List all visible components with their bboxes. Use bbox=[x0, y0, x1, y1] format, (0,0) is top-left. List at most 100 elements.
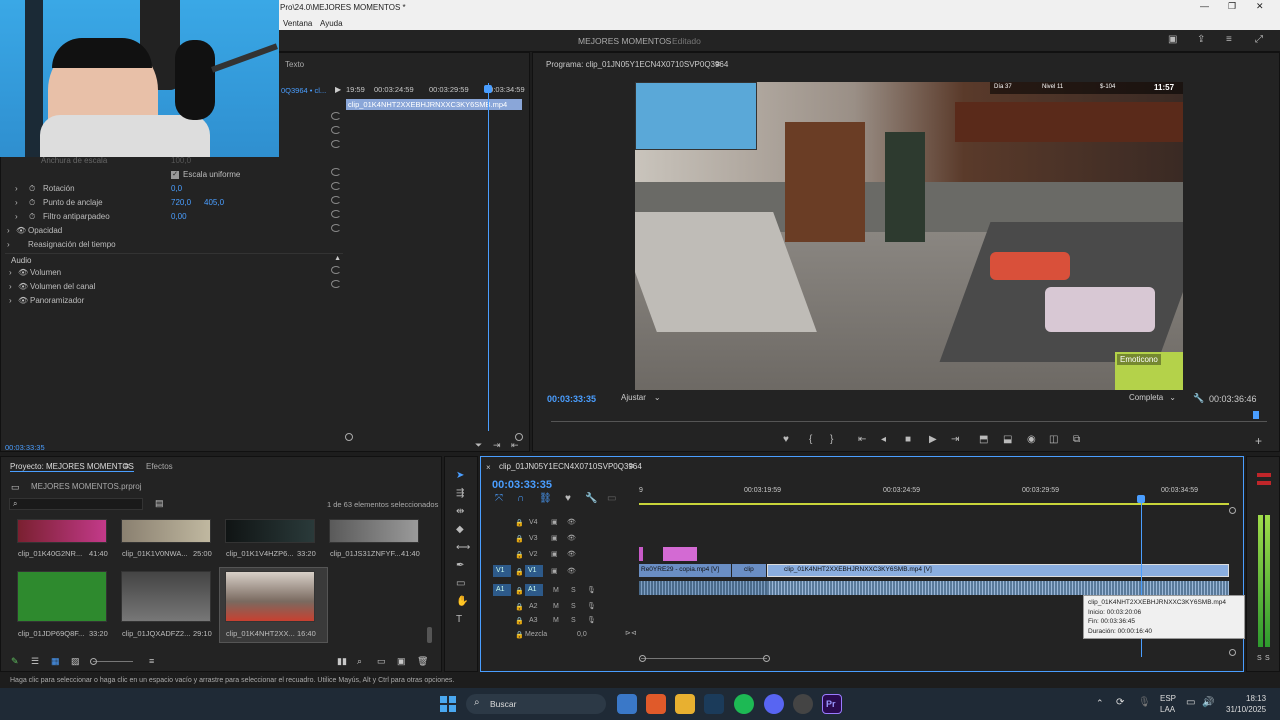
media-thumb[interactable] bbox=[17, 571, 107, 622]
clock-date[interactable]: 31/10/2025 bbox=[1226, 705, 1266, 714]
collapse-icon[interactable]: ▲ bbox=[334, 255, 341, 262]
clip-v1-left[interactable]: Re0YRE29 - copia.mp4 [V] bbox=[639, 564, 731, 577]
language-region[interactable]: LAA bbox=[1160, 705, 1175, 714]
audio-clip-a1-main[interactable] bbox=[767, 581, 1229, 595]
clip-v2[interactable] bbox=[639, 547, 643, 561]
stop-icon[interactable]: ■ bbox=[905, 435, 911, 445]
reset-icon[interactable] bbox=[331, 140, 341, 148]
clip-v1-main[interactable]: clip_01K4NHT2XXEBHJRNXXC3KY6SMB.mp4 [V] bbox=[767, 564, 1229, 577]
list-view-icon[interactable]: ☰ bbox=[31, 656, 39, 667]
ec-current-time[interactable]: 00:03:33:35 bbox=[5, 443, 45, 452]
slip-icon[interactable]: ⟷ bbox=[456, 543, 470, 553]
program-title[interactable]: Programa: clip_01JN05Y1ECN4X0710SVP0Q396… bbox=[546, 60, 728, 69]
solo-right[interactable]: S bbox=[1265, 655, 1270, 662]
prop-panner[interactable]: › 👁 Panoramizador bbox=[9, 294, 84, 307]
new-bin-icon[interactable]: ▭ bbox=[377, 656, 386, 667]
overlay-icon[interactable]: ⧉ bbox=[1073, 435, 1080, 445]
quick-export-icon[interactable]: ▣ bbox=[1168, 35, 1177, 45]
steam-icon[interactable] bbox=[704, 694, 724, 714]
prop-value[interactable]: 720,0 bbox=[171, 198, 191, 207]
v-scroll-handle[interactable] bbox=[1229, 649, 1236, 656]
zoom-handle[interactable] bbox=[345, 433, 353, 441]
rectangle-icon[interactable]: ▭ bbox=[456, 579, 465, 589]
solo-left[interactable]: S bbox=[1257, 655, 1262, 662]
close-button[interactable]: ✕ bbox=[1256, 1, 1264, 12]
icon-view-icon[interactable]: ▦ bbox=[51, 656, 60, 667]
go-to-in-icon[interactable]: ⇤ bbox=[858, 435, 866, 445]
fit-dropdown[interactable]: Ajustar ⌄ bbox=[621, 393, 677, 405]
step-back-icon[interactable]: ◂ bbox=[881, 435, 886, 445]
sync-icon[interactable]: ⟳ bbox=[1116, 697, 1124, 708]
pencil-icon[interactable]: ✎ bbox=[11, 656, 19, 667]
wrench-icon[interactable]: 🔧 bbox=[1193, 393, 1204, 404]
scrollbar[interactable] bbox=[427, 627, 432, 643]
quality-dropdown[interactable]: Completa ⌄ bbox=[1129, 393, 1185, 405]
ec-playhead-handle[interactable] bbox=[484, 85, 492, 93]
brave-icon[interactable] bbox=[646, 694, 666, 714]
thumb-size-slider[interactable] bbox=[93, 661, 133, 662]
media-thumb[interactable] bbox=[17, 519, 107, 543]
source-patch-a1[interactable]: A1 bbox=[493, 584, 511, 596]
clock-time[interactable]: 18:13 bbox=[1246, 694, 1266, 703]
file-explorer-icon[interactable] bbox=[617, 694, 637, 714]
panel-menu-icon[interactable]: ≡ bbox=[629, 461, 634, 471]
freeform-view-icon[interactable]: ▨ bbox=[71, 656, 80, 667]
automate-icon[interactable]: ▮▮ bbox=[337, 656, 347, 667]
prop-channel-volume[interactable]: › 👁 Volumen del canal bbox=[9, 280, 95, 293]
source-clip-label[interactable]: 0Q3964 • cl... bbox=[281, 86, 326, 95]
timeline-timecode[interactable]: 00:03:33:35 bbox=[492, 479, 552, 491]
media-thumb[interactable] bbox=[329, 519, 419, 543]
clip-v1-mid[interactable]: clip bbox=[732, 564, 766, 577]
chatgpt-icon[interactable] bbox=[793, 694, 813, 714]
razor-icon[interactable]: ◆ bbox=[456, 525, 464, 535]
export-icon[interactable]: ⇥ bbox=[493, 441, 501, 450]
find-icon[interactable]: ⌕ bbox=[357, 656, 362, 667]
ec-playhead[interactable] bbox=[488, 83, 489, 431]
network-icon[interactable]: ▭ bbox=[1186, 697, 1195, 708]
captions-icon[interactable]: ▭ bbox=[607, 494, 616, 504]
mark-in-icon[interactable]: { bbox=[809, 435, 812, 445]
menu-ventana[interactable]: Ventana bbox=[283, 19, 312, 28]
media-thumb[interactable] bbox=[121, 519, 211, 543]
maximize-button[interactable]: ❐ bbox=[1228, 1, 1236, 12]
reset-icon[interactable] bbox=[331, 280, 341, 288]
prop-uniform-scale[interactable]: ✓ Escala uniforme bbox=[171, 168, 240, 181]
play-icon[interactable]: ▶ bbox=[929, 435, 937, 445]
menu-ayuda[interactable]: Ayuda bbox=[320, 19, 343, 28]
media-thumb[interactable] bbox=[121, 571, 211, 622]
add-button-icon[interactable]: + bbox=[1255, 435, 1262, 447]
tab-project[interactable]: Proyecto: MEJORES MOMENTOS bbox=[10, 462, 134, 472]
media-thumb[interactable] bbox=[225, 571, 315, 622]
media-thumb[interactable] bbox=[225, 519, 315, 543]
track-v1-target[interactable]: V1 bbox=[525, 565, 543, 577]
audio-clip-a1[interactable] bbox=[639, 581, 767, 595]
program-playhead[interactable] bbox=[1253, 411, 1259, 419]
camera-icon[interactable]: ◉ bbox=[1027, 435, 1036, 445]
ripple-edit-icon[interactable]: ⇹ bbox=[456, 507, 464, 517]
sequence-tab[interactable]: clip_01JN05Y1ECN4X0710SVP0Q3964 bbox=[499, 462, 642, 471]
compare-icon[interactable]: ◫ bbox=[1049, 435, 1058, 445]
play-icon[interactable]: ▶ bbox=[335, 85, 341, 94]
prop-volume[interactable]: › 👁 Volumen bbox=[9, 266, 61, 279]
snap-icon[interactable]: ∩ bbox=[517, 494, 524, 504]
share-icon[interactable]: ⇪ bbox=[1197, 35, 1205, 45]
video-frame[interactable]: Día 37 Nivel 11 $-104 11:57 Emoticono bbox=[635, 82, 1183, 390]
marker-icon[interactable]: ♥ bbox=[783, 435, 789, 445]
chevron-up-icon[interactable]: ⌃ bbox=[1096, 698, 1104, 709]
track-a1-target[interactable]: A1 bbox=[525, 584, 543, 596]
selection-tool-icon[interactable]: ➤ bbox=[456, 471, 464, 481]
windows-start-icon[interactable] bbox=[440, 696, 456, 712]
language-indicator[interactable]: ESP bbox=[1160, 694, 1176, 703]
program-scrub-bar[interactable] bbox=[551, 421, 1267, 422]
spotify-icon[interactable] bbox=[734, 694, 754, 714]
search-input[interactable]: ⌕ bbox=[9, 498, 143, 510]
slider-handle[interactable] bbox=[90, 658, 97, 665]
mix-value[interactable]: 0,0 bbox=[577, 631, 587, 638]
go-to-out-icon[interactable]: ⇥ bbox=[951, 435, 959, 445]
program-timecode[interactable]: 00:03:33:35 bbox=[547, 394, 596, 404]
premiere-pro-icon[interactable]: Pr bbox=[822, 694, 842, 714]
reset-icon[interactable] bbox=[331, 168, 341, 176]
checkbox-icon[interactable]: ✓ bbox=[171, 170, 179, 179]
volume-icon[interactable]: 🔊 bbox=[1202, 697, 1214, 708]
prop-value[interactable]: 0,00 bbox=[171, 212, 187, 221]
